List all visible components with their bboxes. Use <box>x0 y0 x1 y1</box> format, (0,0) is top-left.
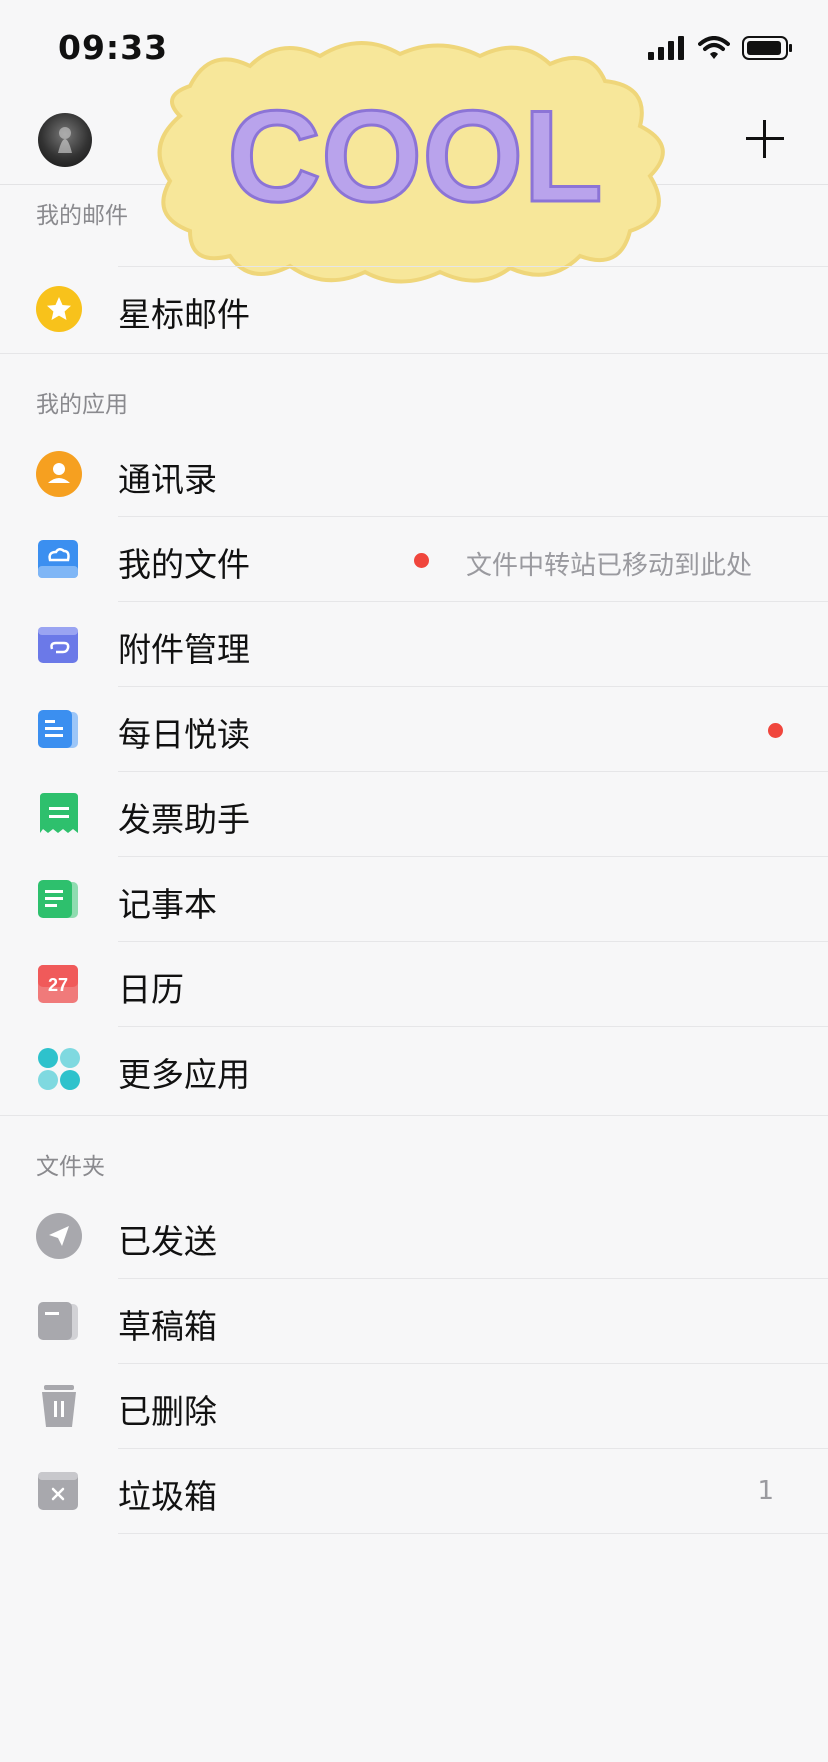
menu-item-label: 我的文件 <box>118 545 250 584</box>
section-title-my-apps: 我的应用 <box>36 392 128 418</box>
menu-item-label: 更多应用 <box>118 1055 250 1094</box>
spam-icon <box>36 1468 82 1514</box>
menu-item-label: 通讯录 <box>118 460 217 499</box>
menu-item-label: 垃圾箱 <box>118 1477 217 1516</box>
cloud-files-icon <box>36 536 82 582</box>
star-icon <box>36 286 82 332</box>
divider <box>118 1533 828 1534</box>
menu-item-label: 草稿箱 <box>118 1307 217 1346</box>
menu-item-calendar[interactable]: 27 日历 <box>0 937 828 1033</box>
drafts-icon <box>36 1298 82 1344</box>
menu-item-label: 日历 <box>118 970 184 1009</box>
menu-item-attachments[interactable]: 附件管理 <box>0 597 828 693</box>
section-divider <box>0 1115 828 1116</box>
menu-item-notepad[interactable]: 记事本 <box>0 852 828 948</box>
contacts-icon <box>36 451 82 497</box>
menu-item-hint: 文件中转站已移动到此处 <box>466 551 753 581</box>
section-title-folders: 文件夹 <box>36 1154 105 1180</box>
notepad-icon <box>36 876 82 922</box>
trash-icon <box>36 1383 82 1429</box>
menu-item-sent[interactable]: 已发送 <box>0 1189 828 1285</box>
unread-count: 1 <box>757 1476 774 1506</box>
sticker-text: COOL <box>227 83 603 229</box>
menu-item-label: 发票助手 <box>118 800 250 839</box>
menu-item-contacts[interactable]: 通讯录 <box>0 427 828 523</box>
notification-dot <box>414 553 429 568</box>
menu-item-deleted[interactable]: 已删除 <box>0 1359 828 1455</box>
add-button[interactable] <box>746 120 784 158</box>
notification-dot <box>768 723 783 738</box>
calendar-icon: 27 <box>36 961 82 1007</box>
menu-item-drafts[interactable]: 草稿箱 <box>0 1274 828 1370</box>
avatar-image-icon <box>58 127 72 153</box>
menu-item-label: 已发送 <box>118 1222 217 1261</box>
cool-sticker: COOL <box>157 41 665 284</box>
menu-item-label: 已删除 <box>118 1392 217 1431</box>
menu-item-invoice-assistant[interactable]: 发票助手 <box>0 767 828 863</box>
battery-icon <box>742 36 792 60</box>
section-title-my-mail: 我的邮件 <box>36 203 128 229</box>
menu-item-starred[interactable]: 星标邮件 <box>0 262 828 358</box>
menu-item-label: 星标邮件 <box>118 295 250 334</box>
more-apps-icon <box>36 1046 82 1092</box>
wifi-icon <box>698 36 730 59</box>
avatar[interactable] <box>38 113 92 167</box>
sent-icon <box>36 1213 82 1259</box>
calendar-day: 27 <box>48 975 68 995</box>
menu-item-label: 记事本 <box>118 885 217 924</box>
invoice-icon <box>36 791 82 837</box>
menu-item-label: 附件管理 <box>118 630 250 669</box>
section-divider <box>0 353 828 354</box>
menu-item-label: 每日悦读 <box>118 715 250 754</box>
menu-item-more-apps[interactable]: 更多应用 <box>0 1022 828 1118</box>
reading-icon <box>36 706 82 752</box>
menu-item-daily-reading[interactable]: 每日悦读 <box>0 682 828 778</box>
attachment-icon <box>36 621 82 667</box>
menu-item-my-files[interactable]: 我的文件 文件中转站已移动到此处 <box>0 512 828 608</box>
menu-item-spam[interactable]: 垃圾箱 1 <box>0 1444 828 1540</box>
